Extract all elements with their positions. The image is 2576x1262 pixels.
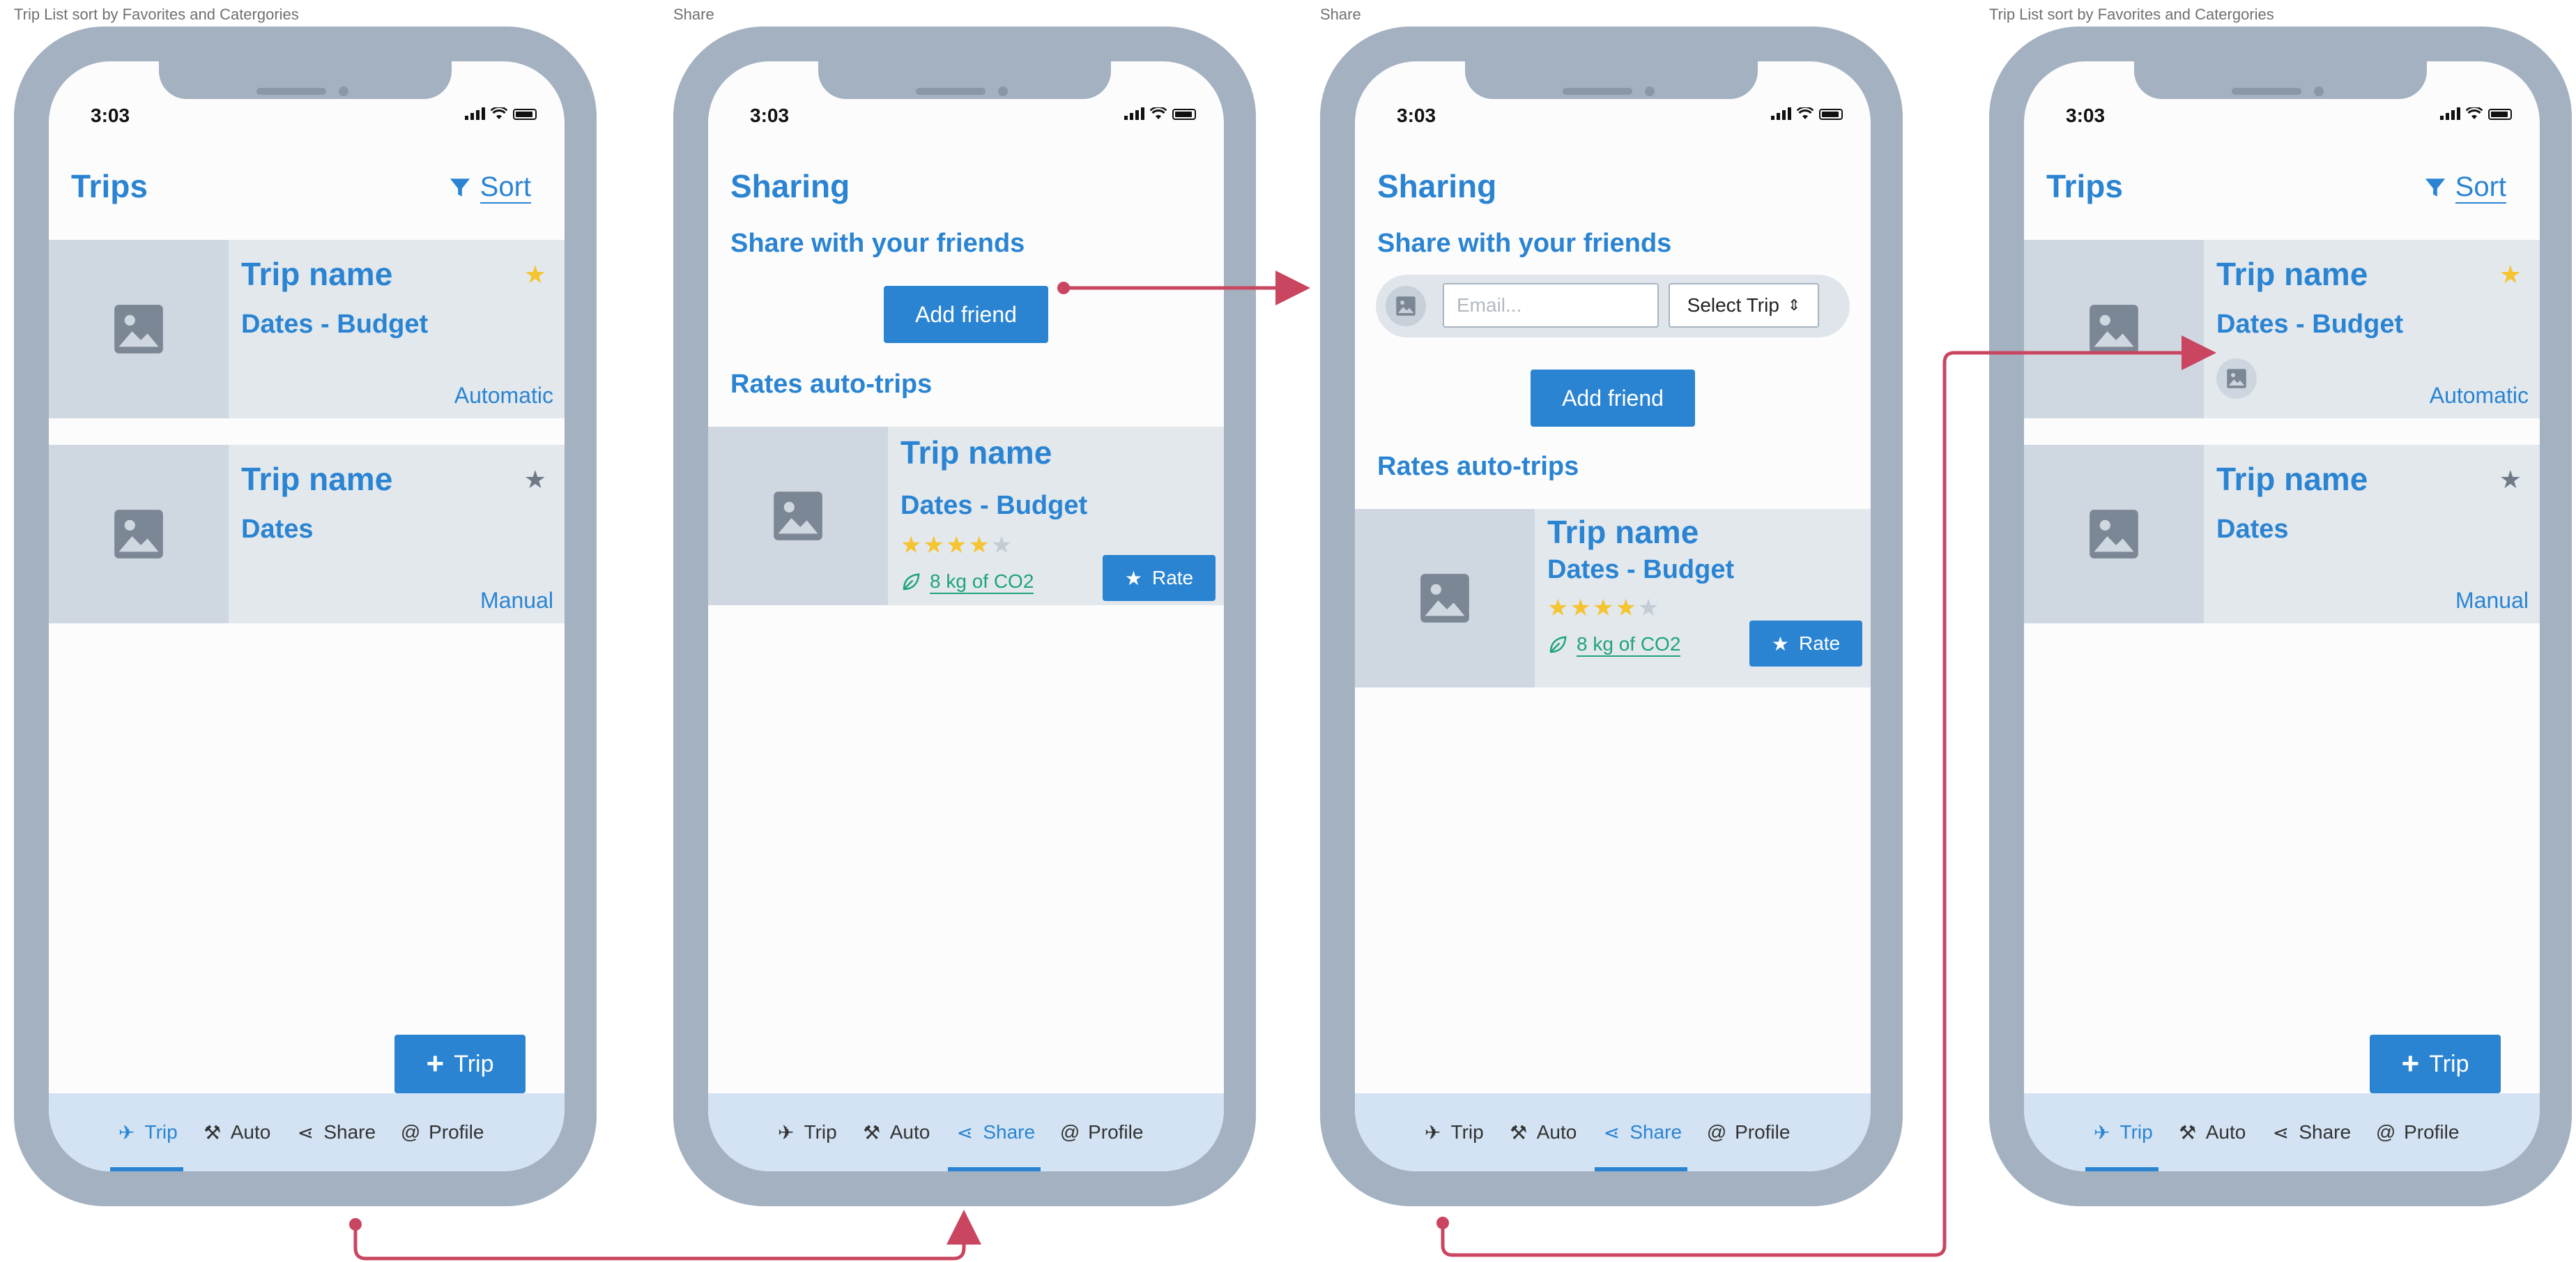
flow-arrow-start-dot (349, 1218, 362, 1231)
storyboard: Trip List sort by Favorites and Catergor… (0, 0, 2576, 1262)
flow-arrow-start-dot (1436, 1217, 1449, 1229)
flow-connectors (349, 271, 2216, 1261)
flow-arrow-trips-to-share (353, 1210, 981, 1261)
flow-arrow-start-dot (1057, 282, 1070, 294)
flow-arrow-share-to-trips (1441, 335, 2216, 1257)
